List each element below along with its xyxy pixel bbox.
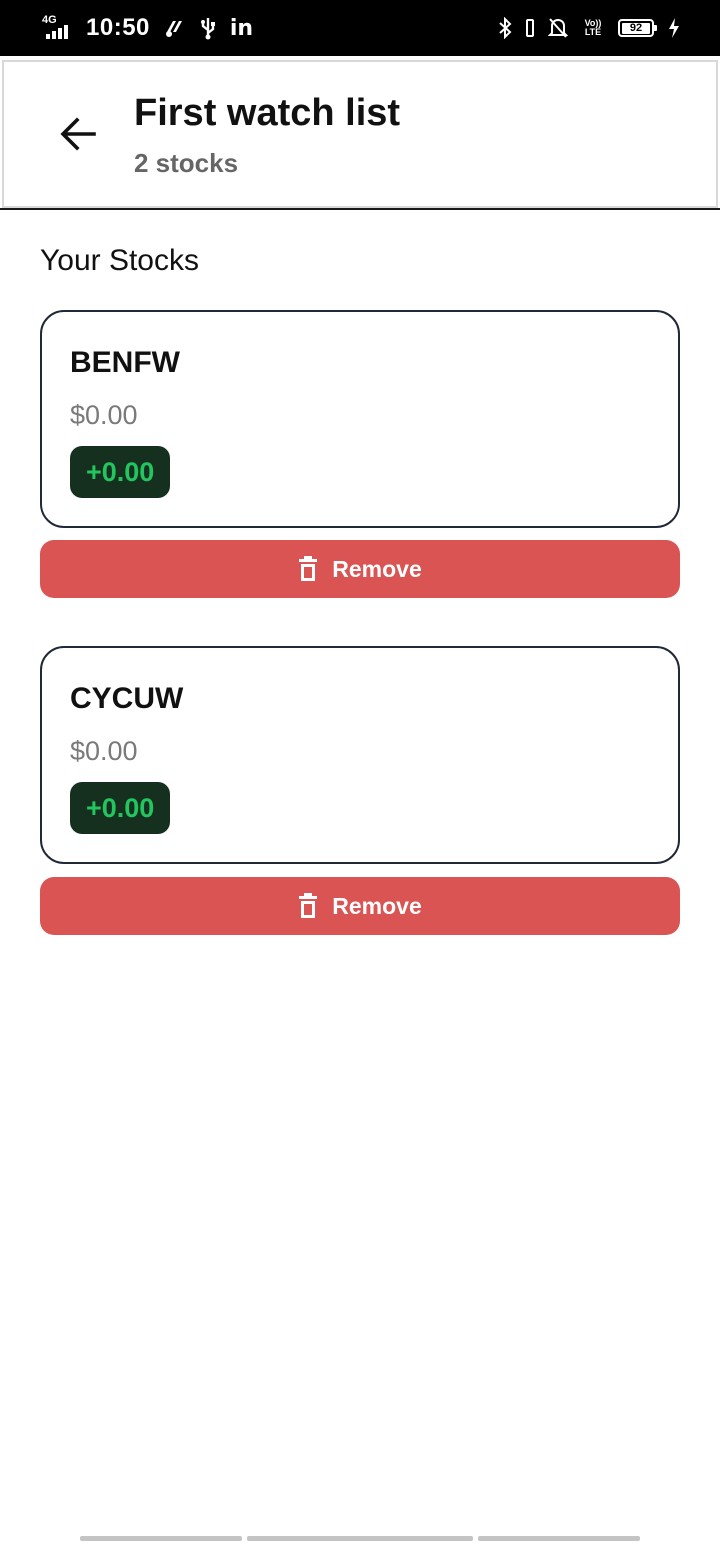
battery-icon: 92 (618, 19, 657, 37)
stock-card[interactable]: BENFW $0.00 +0.00 (40, 310, 680, 528)
back-button[interactable] (50, 106, 106, 162)
app-header: First watch list 2 stocks (2, 60, 718, 208)
stock-change-badge: +0.00 (70, 446, 171, 498)
nav-gesture-bar-left[interactable] (80, 1536, 242, 1541)
trash-icon (299, 556, 318, 581)
remove-label: Remove (332, 555, 422, 582)
usb-icon (200, 16, 216, 40)
stock-price: $0.00 (70, 400, 138, 430)
status-bar-right: Vo)) LTE 92 (498, 17, 680, 39)
volte-icon: Vo)) LTE (584, 18, 602, 37)
charging-icon (668, 18, 680, 38)
signal-icon: 4G (42, 15, 72, 41)
whatsapp-business-icon (164, 18, 186, 38)
status-bar-left: 4G 10:50 in (42, 14, 253, 42)
header-divider (0, 208, 720, 210)
notifications-off-icon (548, 17, 568, 39)
linkedin-icon: in (229, 15, 254, 41)
stock-symbol: BENFW (70, 346, 180, 379)
stock-count: 2 stocks (134, 148, 239, 178)
battery-level: 92 (622, 22, 650, 34)
status-bar: 4G 10:50 in Vo)) LTE 92 (0, 0, 720, 56)
stock-change-badge: +0.00 (70, 782, 171, 834)
remove-label: Remove (332, 892, 422, 919)
section-title: Your Stocks (40, 244, 199, 277)
page-title: First watch list (134, 92, 401, 134)
stock-price: $0.00 (70, 736, 138, 766)
stock-card[interactable]: CYCUW $0.00 +0.00 (40, 646, 680, 864)
clock: 10:50 (86, 14, 150, 41)
nav-gesture-bar-right[interactable] (478, 1536, 640, 1541)
vibrate-icon (526, 19, 534, 37)
arrow-left-icon (60, 117, 96, 151)
bluetooth-icon (498, 17, 512, 39)
nav-gesture-bar-home[interactable] (247, 1536, 473, 1541)
remove-button[interactable]: Remove (40, 877, 680, 935)
stock-symbol: CYCUW (70, 682, 184, 715)
remove-button[interactable]: Remove (40, 540, 680, 598)
trash-icon (299, 893, 318, 918)
